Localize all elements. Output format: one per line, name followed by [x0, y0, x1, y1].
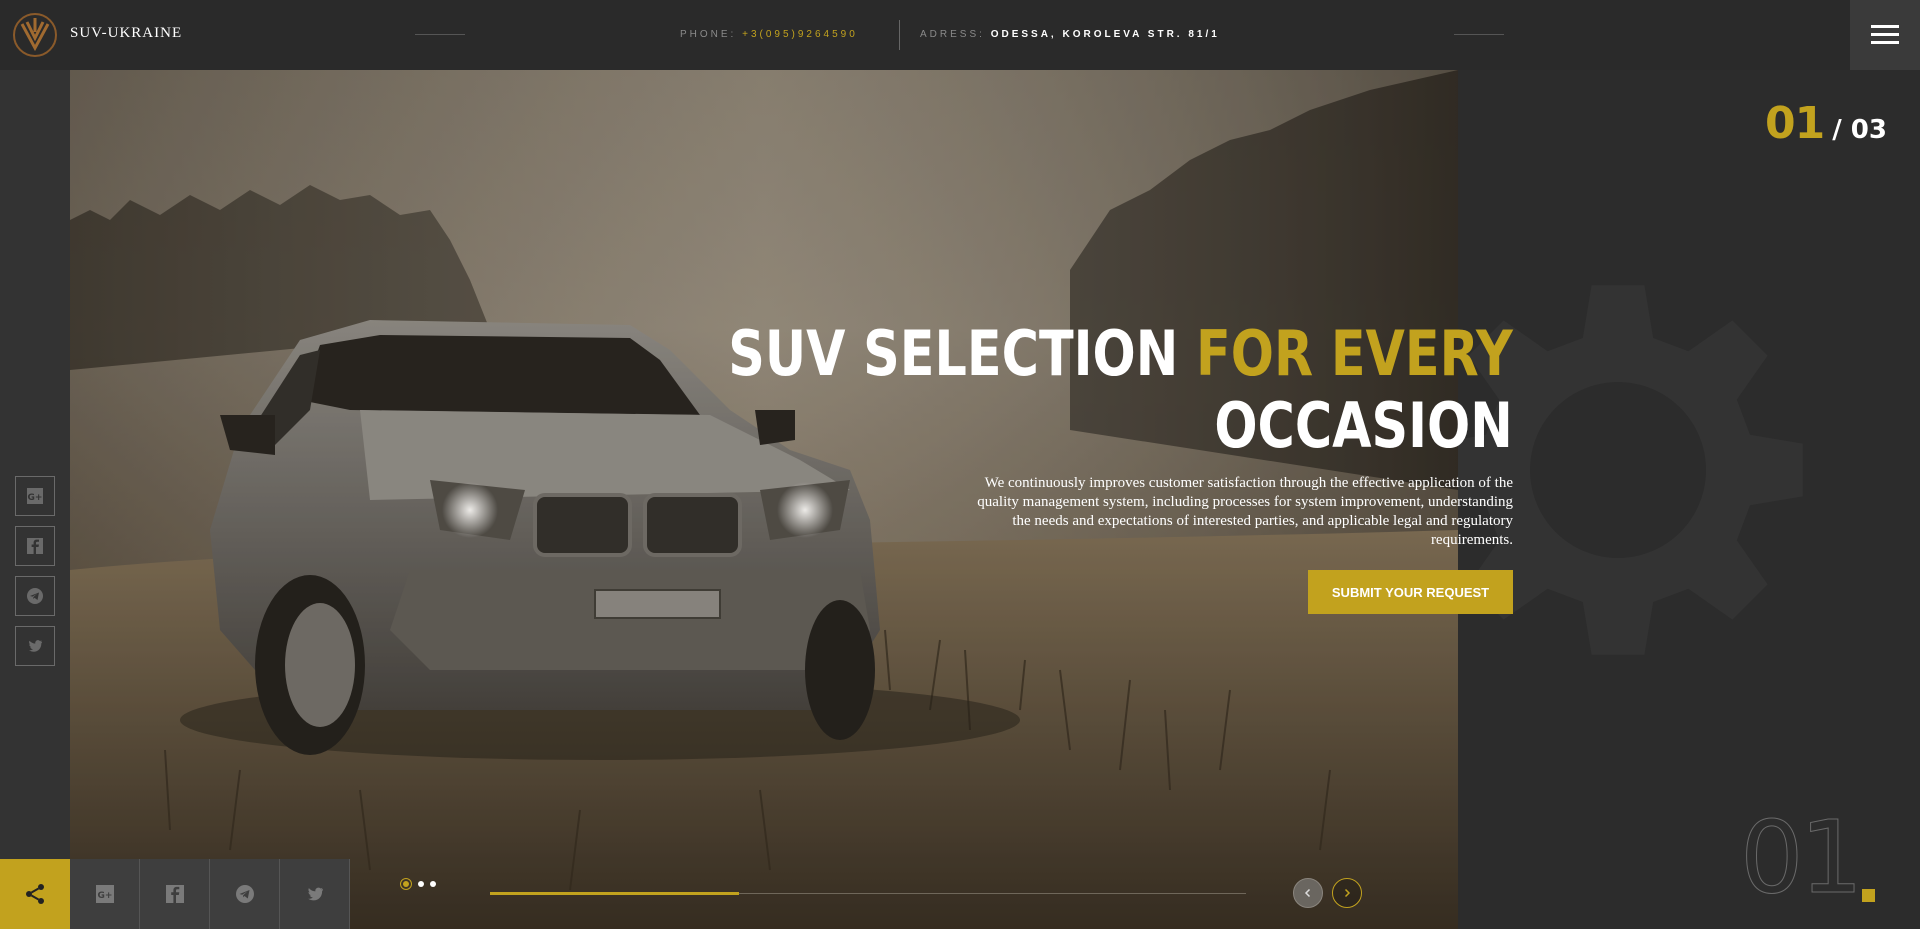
- twitter-icon: [307, 887, 323, 901]
- header-divider-right: [1454, 34, 1504, 35]
- google-plus-icon: G+: [95, 885, 114, 903]
- share-facebook-button[interactable]: [140, 859, 210, 929]
- headline-line-1: SUV SELECTION FOR EVERY: [728, 318, 1513, 390]
- logo-icon[interactable]: [12, 12, 58, 58]
- headline-white-text: SUV SELECTION: [728, 317, 1197, 390]
- header-separator: [899, 20, 900, 50]
- google-plus-link[interactable]: G+: [15, 476, 55, 516]
- previous-slide-button[interactable]: [1293, 878, 1323, 908]
- svg-text:G+: G+: [97, 891, 112, 901]
- current-slide-number: 01: [1765, 98, 1825, 149]
- phone-label: PHONE:: [680, 29, 737, 40]
- menu-bar-icon: [1871, 25, 1899, 28]
- next-slide-button[interactable]: [1332, 878, 1362, 908]
- facebook-link[interactable]: [15, 526, 55, 566]
- phone-value[interactable]: +3(095)9264590: [742, 29, 858, 40]
- accent-square: [1862, 889, 1875, 902]
- twitter-icon: [28, 640, 43, 652]
- share-telegram-button[interactable]: [210, 859, 280, 929]
- headline-gold-text: FOR EVERY: [1196, 317, 1513, 390]
- slide-counter: 01/ 03: [1765, 98, 1887, 149]
- share-google-plus-button[interactable]: G+: [70, 859, 140, 929]
- header-phone[interactable]: PHONE: +3(095)9264590: [680, 29, 858, 40]
- share-icon: [26, 884, 44, 904]
- telegram-icon: [235, 885, 254, 903]
- share-button[interactable]: [0, 859, 70, 929]
- chevron-left-icon: [1304, 888, 1311, 898]
- hamburger-menu-button[interactable]: [1850, 0, 1920, 70]
- gear-icon: [1458, 285, 1803, 655]
- slide-dot-3[interactable]: [430, 881, 436, 887]
- headline-line-2: OCCASION: [1214, 389, 1513, 462]
- chevron-right-icon: [1344, 888, 1351, 898]
- address-value: ODESSA, KOROLEVA STR. 81/1: [990, 29, 1220, 40]
- slide-progress-track: [490, 892, 1246, 895]
- big-slide-number: 01: [1739, 799, 1863, 916]
- facebook-icon: [27, 538, 43, 554]
- menu-bar-icon: [1871, 33, 1899, 36]
- header-divider-left: [415, 34, 465, 35]
- slide-pagination: [400, 878, 436, 890]
- total-slides: / 03: [1832, 115, 1887, 145]
- left-social-rail: G+: [0, 70, 70, 859]
- facebook-icon: [165, 885, 184, 903]
- address-label: ADRESS:: [920, 29, 985, 40]
- slide-dot-2[interactable]: [418, 881, 424, 887]
- header-address: ADRESS: ODESSA, KOROLEVA STR. 81/1: [920, 29, 1220, 40]
- menu-bar-icon: [1871, 41, 1899, 44]
- hero-headline: SUV SELECTION FOR EVERY OCCASION: [728, 318, 1513, 462]
- twitter-link[interactable]: [15, 626, 55, 666]
- submit-request-button[interactable]: SUBMIT YOUR REQUEST: [1308, 570, 1513, 614]
- site-header: SUV-UKRAINE PHONE: +3(095)9264590 ADRESS…: [0, 0, 1920, 70]
- share-twitter-button[interactable]: [280, 859, 350, 929]
- slide-progress-fill: [490, 892, 740, 895]
- brand-name[interactable]: SUV-UKRAINE: [70, 25, 182, 42]
- svg-text:G+: G+: [28, 493, 43, 503]
- hero-description: We continuously improves customer satisf…: [977, 475, 1513, 548]
- google-plus-icon: G+: [27, 488, 43, 504]
- telegram-icon: [27, 588, 43, 604]
- telegram-link[interactable]: [15, 576, 55, 616]
- slide-dot-1[interactable]: [400, 878, 412, 890]
